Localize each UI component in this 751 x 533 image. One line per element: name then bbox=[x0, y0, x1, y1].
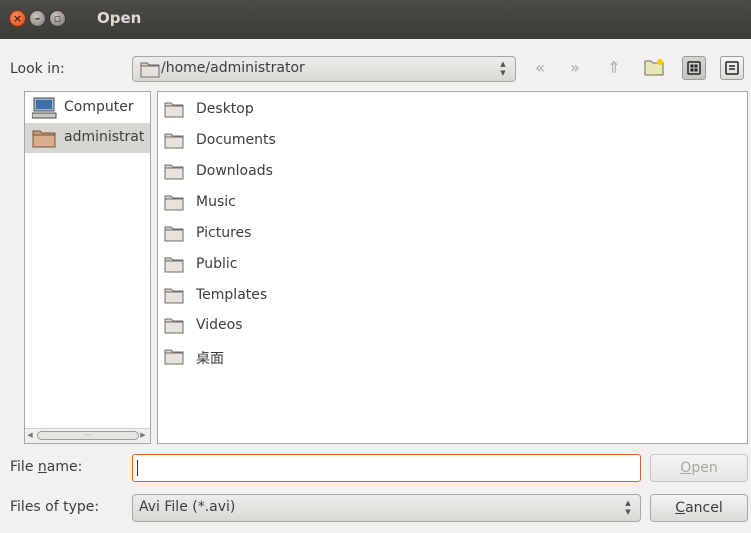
sidebar-item-computer[interactable]: Computer bbox=[25, 93, 150, 123]
open-button[interactable]: Open bbox=[650, 454, 748, 482]
file-name: Desktop bbox=[196, 101, 254, 117]
open-button-mnemonic: O bbox=[680, 460, 692, 476]
file-type-label: Files of type: bbox=[10, 499, 100, 515]
spinner-arrows-icon: ▲ ▼ bbox=[625, 499, 631, 516]
look-in-label: Look in: bbox=[10, 61, 65, 77]
minimize-button[interactable]: – bbox=[29, 10, 46, 27]
parent-directory-icon[interactable]: ⇑ bbox=[604, 58, 624, 78]
cancel-button-mnemonic: C bbox=[675, 500, 686, 516]
list-item[interactable]: Videos bbox=[158, 311, 747, 341]
file-name: Music bbox=[196, 194, 236, 210]
list-item[interactable]: Templates bbox=[158, 281, 747, 311]
maximize-icon: ▫ bbox=[53, 12, 62, 25]
detail-view-toggle[interactable] bbox=[720, 56, 744, 80]
file-name: Templates bbox=[196, 287, 268, 303]
home-folder-icon bbox=[32, 130, 56, 148]
folder-icon bbox=[164, 133, 184, 149]
sidebar-item-administrator[interactable]: administrat bbox=[25, 123, 150, 153]
file-name: Pictures bbox=[196, 225, 252, 241]
open-button-label: pen bbox=[691, 460, 718, 476]
file-name-label-mnemonic: n bbox=[37, 459, 47, 475]
folder-icon bbox=[164, 318, 184, 334]
look-in-combo[interactable]: /home/administrator ▲ ▼ bbox=[132, 56, 516, 82]
sidebar-horizontal-scrollbar[interactable]: ◀ ⋯ ▶ bbox=[25, 428, 150, 443]
icon-view-toggle[interactable] bbox=[682, 56, 706, 80]
list-item[interactable]: Desktop bbox=[158, 95, 747, 125]
scrollbar-thumb[interactable]: ⋯ bbox=[37, 431, 139, 440]
splitter-grip-icon: · · · bbox=[149, 261, 152, 278]
scroll-left-icon[interactable]: ◀ bbox=[25, 430, 35, 440]
maximize-button[interactable]: ▫ bbox=[49, 10, 66, 27]
file-name-label: File name: bbox=[10, 459, 82, 475]
file-name: Documents bbox=[196, 132, 276, 148]
minimize-icon: – bbox=[34, 12, 41, 25]
places-sidebar: Computer administrat ◀ ⋯ ▶ bbox=[24, 91, 151, 444]
title-bar: × – ▫ Open bbox=[0, 0, 751, 39]
new-folder-icon[interactable] bbox=[644, 58, 664, 76]
file-name: Downloads bbox=[196, 163, 273, 179]
forward-arrow-icon[interactable]: » bbox=[565, 58, 585, 78]
folder-icon bbox=[164, 226, 184, 242]
back-arrow-icon[interactable]: « bbox=[530, 58, 550, 78]
list-item[interactable]: Public bbox=[158, 250, 747, 280]
look-in-path: /home/administrator bbox=[161, 60, 305, 76]
folder-icon bbox=[164, 288, 184, 304]
close-button[interactable]: × bbox=[9, 10, 26, 27]
sidebar-item-label: Computer bbox=[64, 99, 134, 115]
file-name: Public bbox=[196, 256, 238, 272]
file-type-value: Avi File (*.avi) bbox=[139, 499, 236, 515]
file-type-combo[interactable]: Avi File (*.avi) ▲ ▼ bbox=[132, 494, 641, 522]
list-item[interactable]: Downloads bbox=[158, 157, 747, 187]
list-item[interactable]: Pictures bbox=[158, 219, 747, 249]
folder-icon bbox=[164, 257, 184, 273]
file-list: Desktop Documents Downloads Music Pictur… bbox=[157, 91, 748, 444]
text-caret bbox=[137, 460, 138, 476]
spinner-arrows-icon: ▲ ▼ bbox=[500, 60, 506, 77]
cancel-button-label: ancel bbox=[685, 500, 723, 516]
folder-icon bbox=[164, 195, 184, 211]
folder-icon bbox=[164, 349, 184, 365]
window-title: Open bbox=[97, 9, 142, 27]
file-name-label-text: ame: bbox=[46, 459, 83, 475]
file-name-label-text: File bbox=[10, 459, 38, 475]
folder-icon bbox=[164, 102, 184, 118]
file-name: 桌面 bbox=[196, 351, 224, 367]
file-name-input[interactable] bbox=[132, 454, 641, 482]
folder-icon bbox=[164, 164, 184, 180]
icon-view-icon bbox=[687, 61, 701, 75]
scroll-right-icon[interactable]: ▶ bbox=[138, 430, 148, 440]
file-name: Videos bbox=[196, 317, 243, 333]
list-item[interactable]: Documents bbox=[158, 126, 747, 156]
list-item[interactable]: 桌面 bbox=[158, 342, 747, 372]
computer-icon bbox=[32, 97, 57, 119]
list-item[interactable]: Music bbox=[158, 188, 747, 218]
sidebar-item-label: administrat bbox=[64, 129, 145, 145]
close-icon: × bbox=[12, 12, 23, 25]
cancel-button[interactable]: Cancel bbox=[650, 494, 748, 522]
detail-view-icon bbox=[725, 61, 739, 75]
folder-icon bbox=[140, 62, 160, 78]
